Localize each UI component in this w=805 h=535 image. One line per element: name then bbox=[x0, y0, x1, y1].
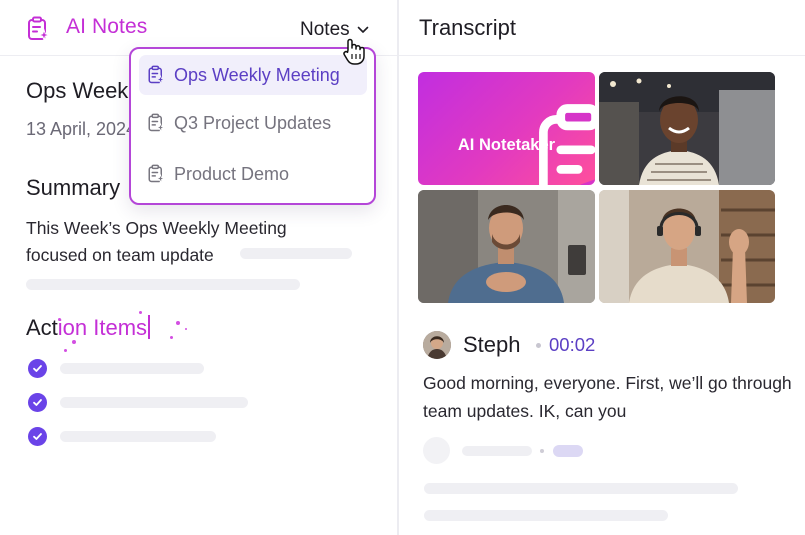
separator-dot bbox=[536, 343, 541, 348]
transcript-placeholder-line bbox=[424, 510, 668, 521]
speaker-name-placeholder bbox=[462, 446, 532, 456]
speaker-avatar-photo bbox=[423, 331, 451, 359]
sparkle-particle bbox=[58, 318, 61, 321]
hand-cursor-icon bbox=[343, 38, 365, 65]
action-item-placeholder bbox=[60, 397, 248, 408]
action-item-checkbox[interactable] bbox=[28, 427, 47, 446]
app-title: AI Notes bbox=[66, 15, 148, 38]
summary-placeholder-line bbox=[240, 248, 352, 259]
participant-video-tile[interactable] bbox=[599, 190, 775, 303]
summary-text: This Week’s Ops Weekly Meeting focused o… bbox=[26, 218, 287, 265]
dropdown-item-label: Q3 Project Updates bbox=[174, 112, 332, 133]
chevron-down-icon bbox=[357, 26, 368, 33]
notes-sparkle-icon bbox=[28, 16, 50, 42]
speaker-name: Steph bbox=[463, 332, 521, 357]
summary-heading: Summary bbox=[26, 175, 121, 200]
avatar bbox=[423, 331, 451, 359]
sparkle-particle bbox=[170, 336, 173, 339]
notes-sparkle-icon bbox=[148, 113, 165, 133]
action-heading-static: Act bbox=[26, 315, 58, 340]
separator-dot bbox=[540, 449, 544, 453]
sparkle-particle bbox=[64, 349, 67, 352]
speaker-timestamp[interactable]: 00:02 bbox=[549, 334, 595, 356]
sparkle-particle bbox=[176, 321, 180, 325]
action-item-placeholder bbox=[60, 363, 204, 374]
participant-photo bbox=[599, 190, 775, 303]
panel-divider bbox=[397, 0, 399, 535]
participant-photo bbox=[599, 72, 775, 185]
sparkle-particle bbox=[185, 328, 187, 330]
checkmark-icon bbox=[33, 433, 42, 440]
ai-notetaker-tile[interactable]: AI Notetaker bbox=[418, 72, 595, 185]
dropdown-item-label: Product Demo bbox=[174, 163, 290, 184]
notes-sparkle-icon bbox=[148, 164, 165, 184]
transcript-text: Good morning, everyone. First, we’ll go … bbox=[423, 373, 792, 421]
typing-caret bbox=[148, 315, 151, 339]
notes-dropdown-menu: Ops Weekly Meeting Q3 Project Updates Pr… bbox=[129, 47, 376, 205]
sparkle-particle bbox=[72, 340, 76, 344]
participant-video-tile[interactable] bbox=[599, 72, 775, 185]
notes-sparkle-icon bbox=[148, 65, 165, 85]
action-item-checkbox[interactable] bbox=[28, 393, 47, 412]
checkmark-icon bbox=[33, 399, 42, 406]
avatar-placeholder bbox=[423, 437, 450, 464]
summary-placeholder-line bbox=[26, 279, 300, 290]
meeting-date: 13 April, 2024 bbox=[26, 119, 137, 139]
participant-video-tile[interactable] bbox=[418, 190, 595, 303]
transcript-placeholder-line bbox=[424, 483, 738, 494]
ai-notetaker-label: AI Notetaker bbox=[457, 136, 556, 154]
timestamp-placeholder bbox=[553, 445, 583, 457]
participant-photo bbox=[418, 190, 595, 303]
action-items-heading: Action Items bbox=[26, 315, 151, 341]
checkmark-icon bbox=[33, 365, 42, 372]
dropdown-item-q3-project-updates[interactable]: Q3 Project Updates bbox=[139, 103, 367, 143]
transcript-header: Transcript bbox=[399, 0, 805, 56]
action-item-placeholder bbox=[60, 431, 216, 442]
dropdown-item-label: Ops Weekly Meeting bbox=[174, 64, 340, 85]
dropdown-item-product-demo[interactable]: Product Demo bbox=[139, 154, 367, 194]
transcript-title: Transcript bbox=[419, 15, 516, 40]
dropdown-item-ops-weekly-meeting[interactable]: Ops Weekly Meeting bbox=[139, 55, 367, 95]
sparkle-particle bbox=[139, 311, 142, 314]
action-item-checkbox[interactable] bbox=[28, 359, 47, 378]
action-heading-typing: ion Items bbox=[57, 315, 148, 340]
